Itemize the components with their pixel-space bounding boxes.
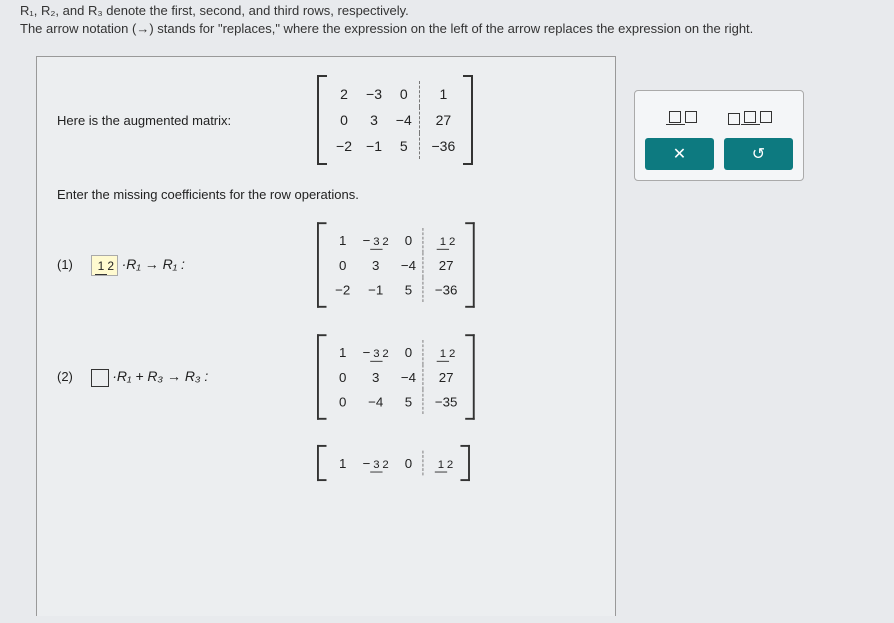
reset-button[interactable]: ↺ <box>724 138 793 170</box>
math-toolbox: ✕ ↺ <box>634 90 804 181</box>
close-icon: ✕ <box>673 144 686 164</box>
matrix-step-3-partial: 1 −32 0 12 <box>317 445 470 481</box>
instruction-text: Enter the missing coefficients for the r… <box>57 187 595 202</box>
step-label-1: (1) <box>57 257 87 272</box>
augmented-matrix-initial: 2−301 03−427 −2−15−36 <box>317 75 473 165</box>
intro-label: Here is the augmented matrix: <box>57 113 317 128</box>
row-op-expr-1: ·R₁ → R₁ : <box>122 256 185 272</box>
header-line1: R₁, R₂, and R₃ denote the first, second,… <box>20 2 874 20</box>
row-op-expr-2: ·R₁ + R₃ → R₃ : <box>112 368 208 384</box>
coefficient-input-2[interactable] <box>91 369 109 387</box>
coefficient-input-1[interactable]: 12 <box>91 255 118 276</box>
header-context: R₁, R₂, and R₃ denote the first, second,… <box>0 0 894 46</box>
mixed-fraction-tool[interactable] <box>720 101 781 130</box>
matrix-step-2: 1 −32 0 12 03−427 0−45−35 <box>317 335 475 421</box>
close-button[interactable]: ✕ <box>645 138 714 170</box>
step-label-2: (2) <box>57 369 87 384</box>
header-line2: The arrow notation (→) stands for "repla… <box>20 20 874 38</box>
matrix-step-1: 1 −32 0 12 03−427 −2−15−36 <box>317 223 475 309</box>
fraction-tool[interactable] <box>658 101 706 130</box>
reset-icon: ↺ <box>752 144 765 164</box>
main-panel: Here is the augmented matrix: 2−301 03−4… <box>36 56 616 616</box>
